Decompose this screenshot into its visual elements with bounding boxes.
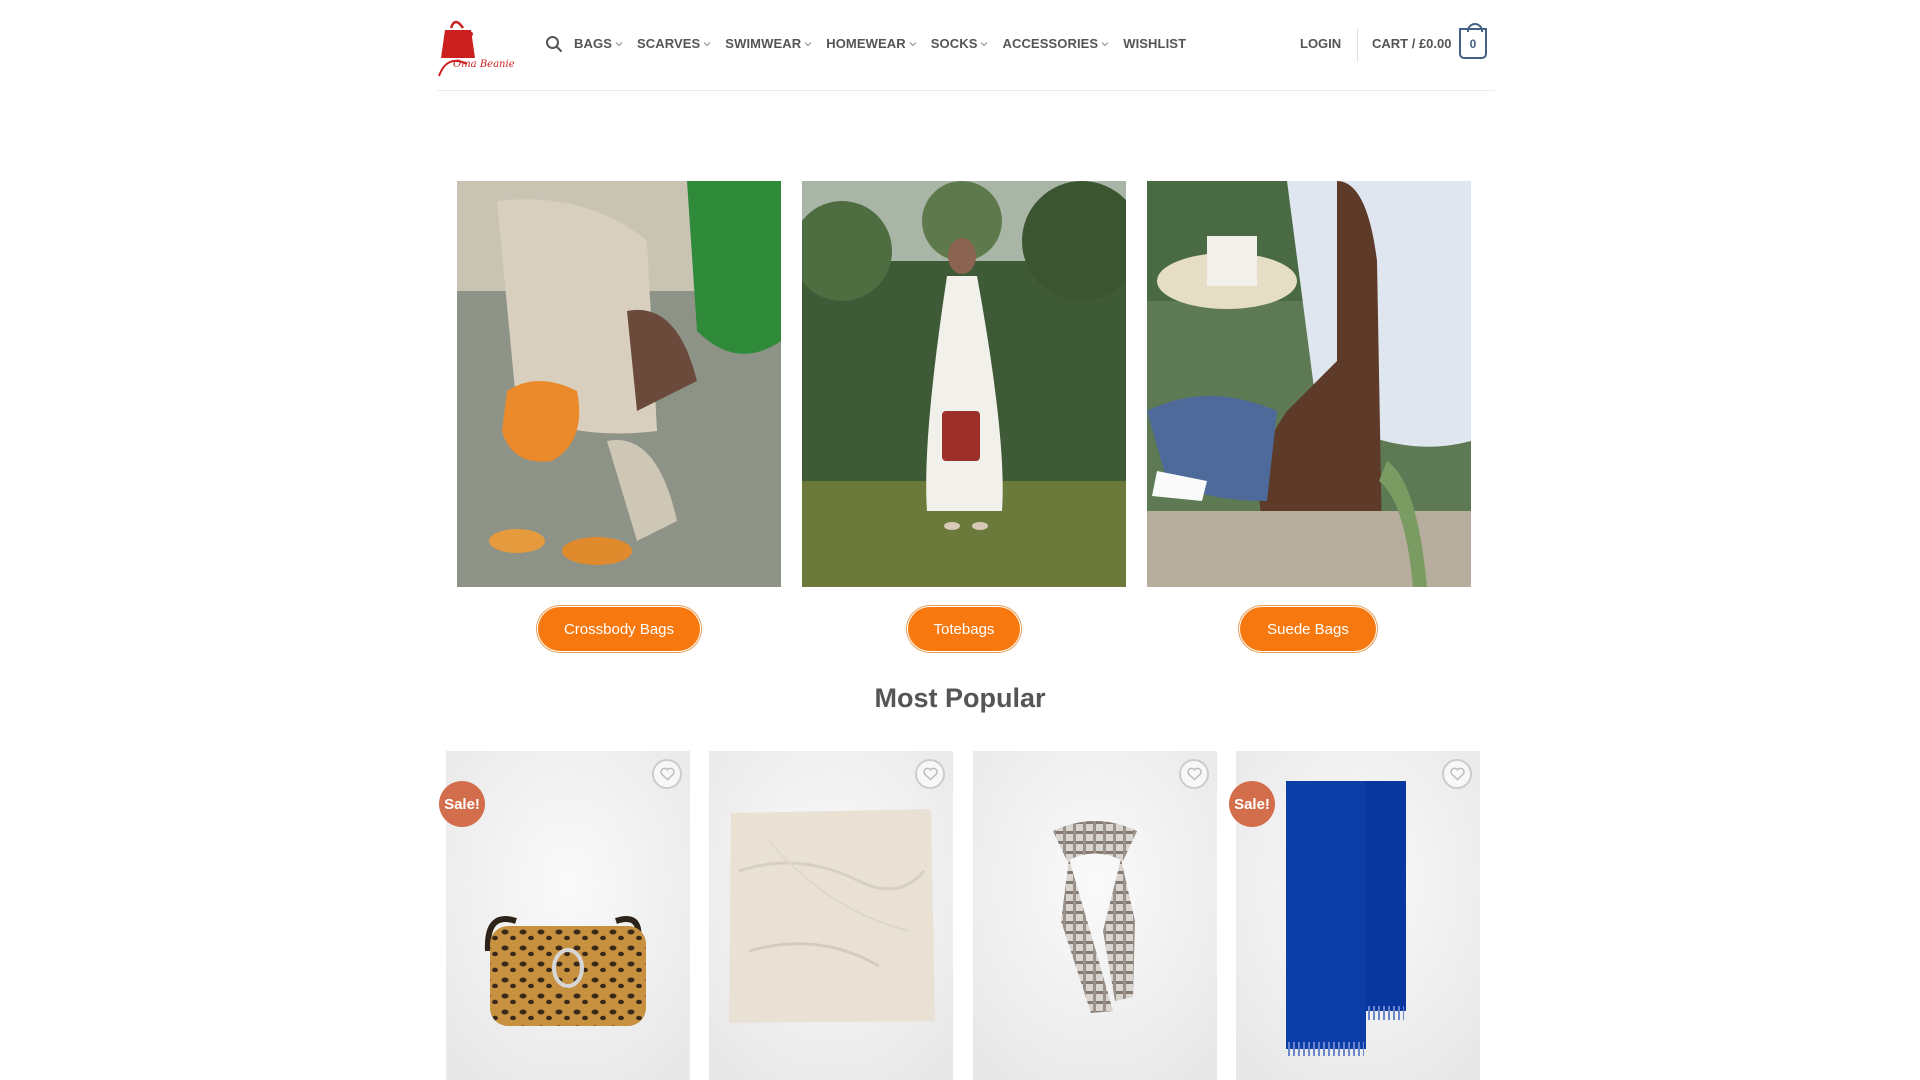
chevron-down-icon <box>909 41 917 46</box>
search-icon[interactable] <box>545 35 563 53</box>
suede-photo <box>1147 181 1471 587</box>
heart-icon <box>1186 767 1202 781</box>
nav-label: ACCESSORIES <box>1002 36 1099 51</box>
cart-bag-icon[interactable]: 0 <box>1459 23 1487 59</box>
main-nav: BAGS SCARVES SWIMWEAR HOMEWEAR SOCKS ACC… <box>574 36 1200 51</box>
crossbody-bags-button[interactable]: Crossbody Bags <box>539 608 699 650</box>
chevron-down-icon <box>615 41 623 46</box>
logo[interactable]: Oma Beanie <box>437 14 517 78</box>
chevron-down-icon <box>703 41 711 46</box>
heart-icon <box>659 767 675 781</box>
category-image-crossbody[interactable] <box>457 181 781 587</box>
login-link[interactable]: LOGIN <box>1300 36 1341 51</box>
section-title-most-popular: Most Popular <box>874 683 1046 713</box>
product-card-check-scarf[interactable] <box>973 751 1217 1080</box>
nav-label: SWIMWEAR <box>725 36 802 51</box>
nav-item-accessories[interactable]: ACCESSORIES <box>1002 36 1109 51</box>
category-image-totebag[interactable] <box>802 181 1126 587</box>
nav-item-scarves[interactable]: SCARVES <box>637 36 711 51</box>
totebag-photo <box>802 181 1126 587</box>
chevron-down-icon <box>1101 41 1109 46</box>
wishlist-button[interactable] <box>652 759 682 789</box>
cart-count: 0 <box>1469 36 1477 51</box>
heart-icon <box>1449 767 1465 781</box>
nav-item-wishlist[interactable]: WISHLIST <box>1123 36 1186 51</box>
check-scarf-image <box>973 751 1217 1080</box>
site-header: Oma Beanie BAGS SCARVES SWIMWEAR HOMEWEA… <box>437 0 1495 91</box>
header-divider <box>1357 28 1358 62</box>
nav-label: SCARVES <box>636 36 701 51</box>
nav-item-homewear[interactable]: HOMEWEAR <box>826 36 917 51</box>
suede-bags-button[interactable]: Suede Bags <box>1241 608 1375 650</box>
totebags-button[interactable]: Totebags <box>909 608 1019 650</box>
nav-item-socks[interactable]: SOCKS <box>931 36 989 51</box>
nav-label: SOCKS <box>930 36 978 51</box>
category-image-suede[interactable] <box>1147 181 1471 587</box>
nav-label: WISHLIST <box>1123 36 1187 51</box>
nav-label: BAGS <box>574 36 612 51</box>
product-card-cream-scarf[interactable] <box>709 751 953 1080</box>
sale-badge: Sale! <box>1229 781 1275 827</box>
crossbody-photo <box>457 181 781 587</box>
heart-icon <box>922 767 938 781</box>
sale-badge: Sale! <box>439 781 485 827</box>
logo-text: Oma Beanie <box>453 59 515 70</box>
chevron-down-icon <box>981 41 988 46</box>
nav-label: HOMEWEAR <box>826 36 906 51</box>
cream-scarf-image <box>709 751 953 1080</box>
nav-item-bags[interactable]: BAGS <box>574 36 623 51</box>
chevron-down-icon <box>804 41 812 46</box>
nav-item-swimwear[interactable]: SWIMWEAR <box>725 36 812 51</box>
wishlist-button[interactable] <box>1442 759 1472 789</box>
cart-link[interactable]: CART / £0.00 <box>1372 36 1451 51</box>
wishlist-button[interactable] <box>1179 759 1209 789</box>
wishlist-button[interactable] <box>915 759 945 789</box>
